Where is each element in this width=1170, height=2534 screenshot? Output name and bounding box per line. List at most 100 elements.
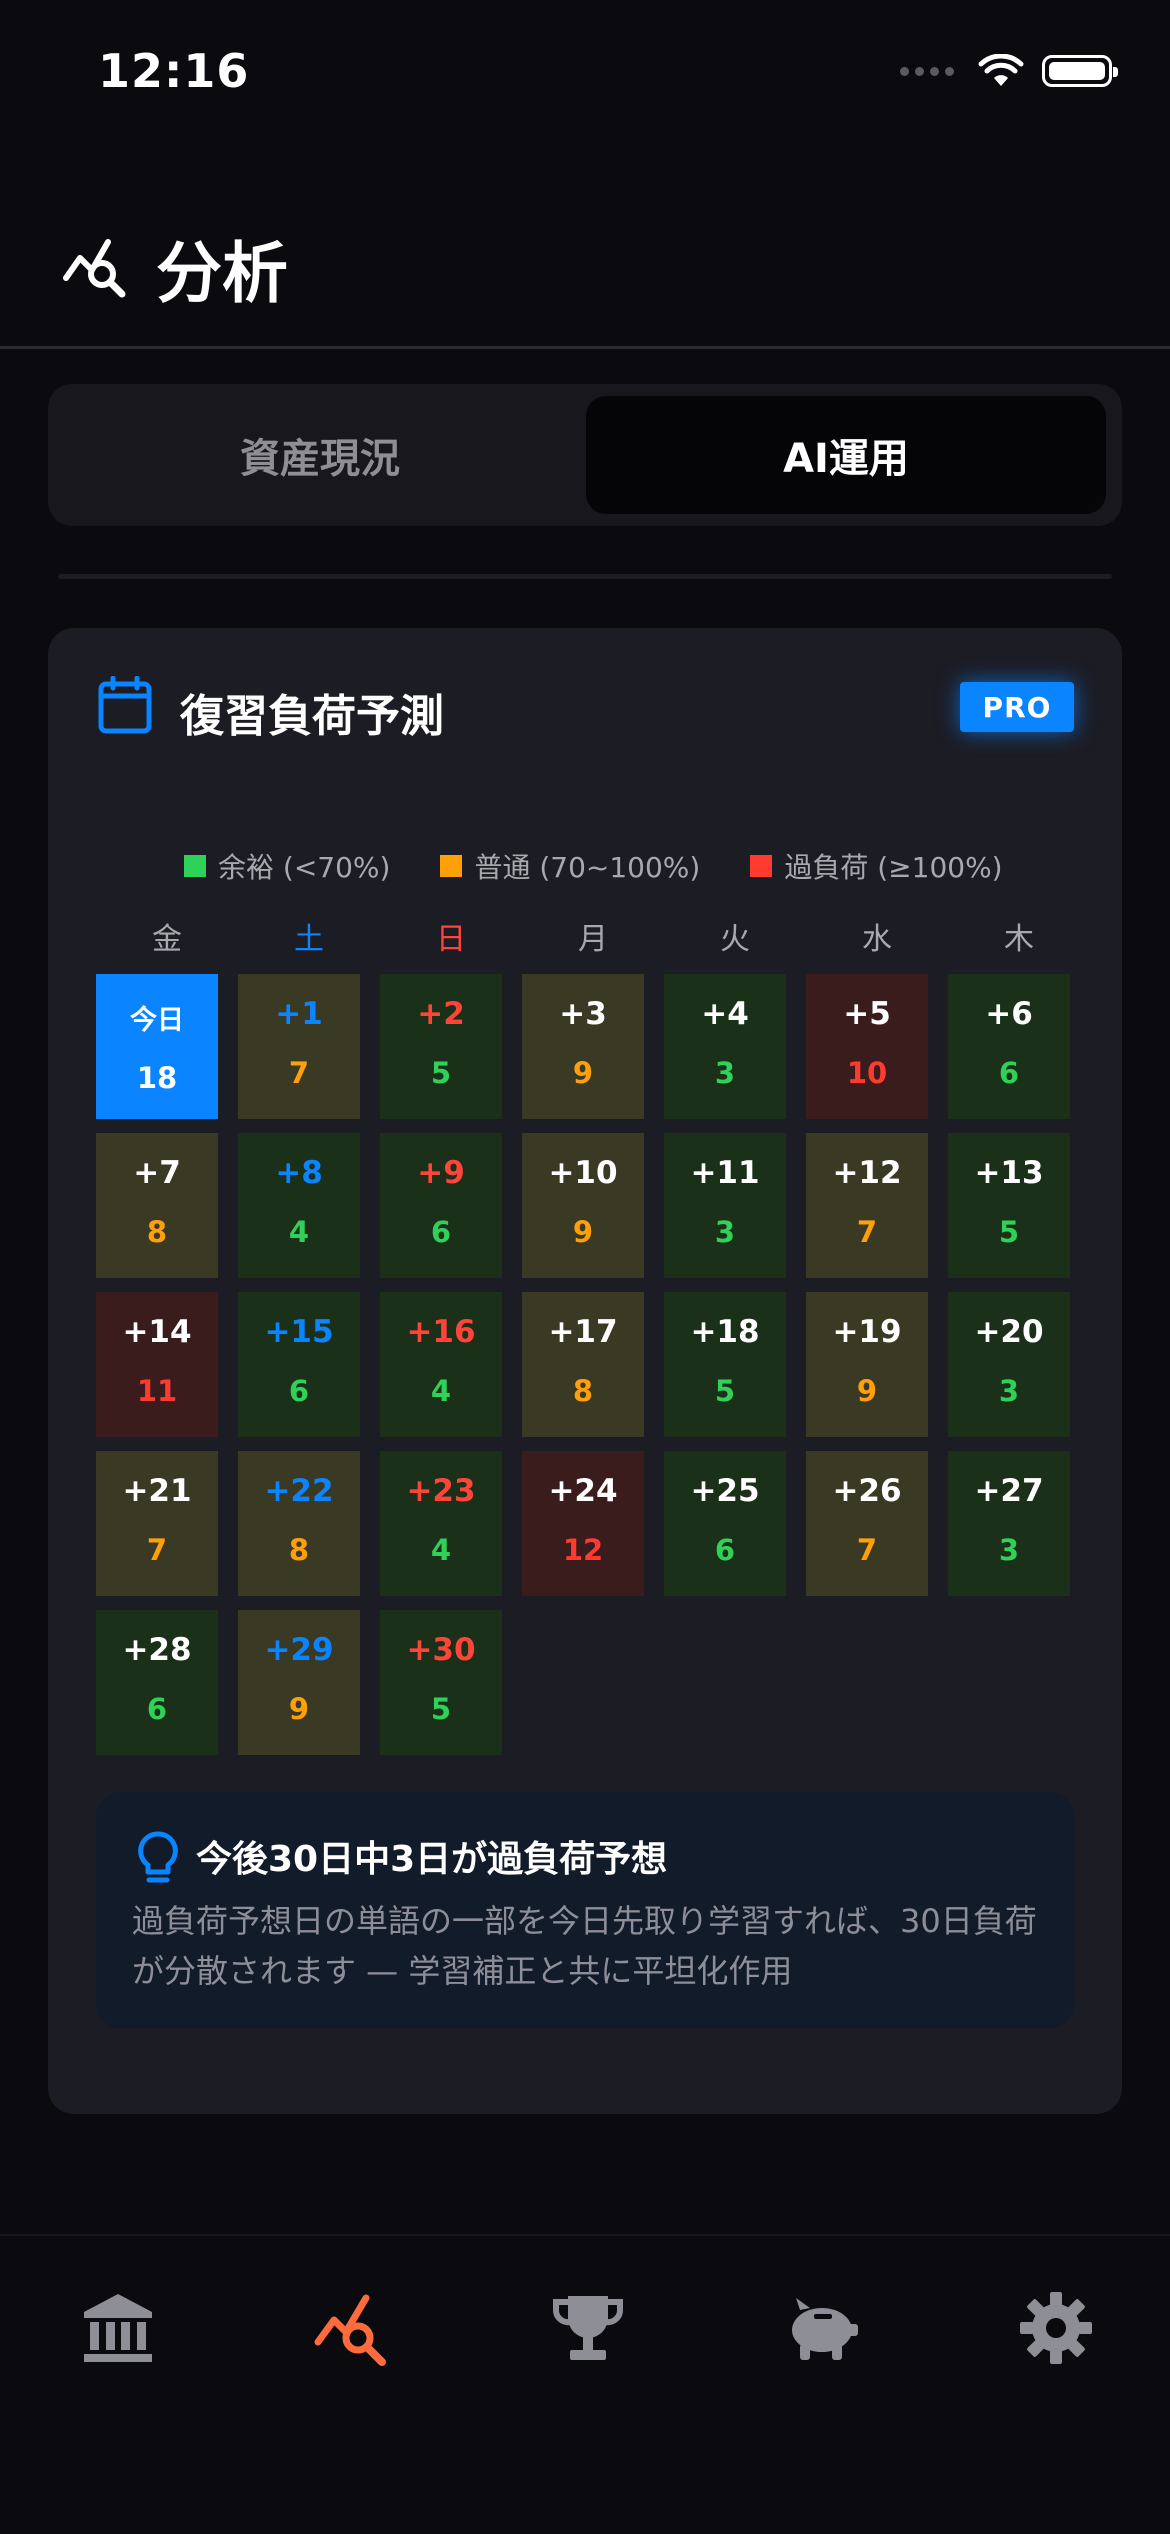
legend-item-low: 余裕 (<70%) xyxy=(184,846,390,886)
day-review-count: 9 xyxy=(572,1215,594,1249)
day-cell[interactable]: +30 5 xyxy=(380,1610,502,1755)
day-cell[interactable]: +8 4 xyxy=(238,1133,360,1278)
day-review-count: 5 xyxy=(430,1056,452,1090)
day-offset: +1 xyxy=(275,996,323,1032)
day-offset: +6 xyxy=(985,996,1033,1032)
day-offset: +10 xyxy=(548,1155,618,1191)
day-review-count: 3 xyxy=(714,1215,736,1249)
day-cell[interactable]: +25 6 xyxy=(664,1451,786,1596)
tip-title: 今後30日中3日が過負荷予想 xyxy=(196,1839,668,1880)
day-cell[interactable]: +23 4 xyxy=(380,1451,502,1596)
day-review-count: 18 xyxy=(136,1061,178,1095)
forecast-calendar-grid: 今日 18 +1 7 +2 5 +3 9 +4 3 +5 10 +6 6 +7 8 +8 4 +9 6 +10 9 +11 3… xyxy=(96,974,1070,1755)
tab-ai-operation[interactable]: AI運用 xyxy=(586,396,1106,514)
weekday-label: 土 xyxy=(294,922,324,957)
day-cell[interactable]: +11 3 xyxy=(664,1133,786,1278)
piggy-bank-icon[interactable] xyxy=(782,2288,862,2368)
day-cell[interactable]: +10 9 xyxy=(522,1133,644,1278)
day-offset: 今日 xyxy=(130,1005,184,1036)
day-cell[interactable]: +12 7 xyxy=(806,1133,928,1278)
tab-asset-status[interactable]: 資産現況 xyxy=(60,396,580,514)
wifi-icon xyxy=(978,54,1024,86)
day-review-count: 9 xyxy=(572,1056,594,1090)
day-offset: +16 xyxy=(406,1314,476,1350)
day-offset: +23 xyxy=(406,1473,476,1509)
day-cell[interactable]: +20 3 xyxy=(948,1292,1070,1437)
day-cell[interactable]: +29 9 xyxy=(238,1610,360,1755)
day-offset: +3 xyxy=(559,996,607,1032)
day-offset: +18 xyxy=(690,1314,760,1350)
calendar-icon xyxy=(98,676,152,734)
day-offset: +30 xyxy=(406,1632,476,1668)
day-review-count: 6 xyxy=(714,1533,736,1567)
day-cell[interactable]: +15 6 xyxy=(238,1292,360,1437)
legend-swatch-low xyxy=(184,855,206,877)
day-cell[interactable]: +24 12 xyxy=(522,1451,644,1596)
day-cell[interactable]: +21 7 xyxy=(96,1451,218,1596)
bank-icon[interactable] xyxy=(78,2288,158,2368)
day-review-count: 3 xyxy=(998,1374,1020,1408)
day-cell[interactable]: +9 6 xyxy=(380,1133,502,1278)
day-offset: +11 xyxy=(690,1155,760,1191)
segmented-control: 資産現況 AI運用 xyxy=(48,384,1122,526)
day-offset: +22 xyxy=(264,1473,334,1509)
day-cell[interactable]: +4 3 xyxy=(664,974,786,1119)
legend-label: 過負荷 (≥100%) xyxy=(784,851,1003,884)
day-offset: +25 xyxy=(690,1473,760,1509)
tip-body: 過負荷予想日の単語の一部を今日先取り学習すれば、30日負荷が分散されます — 学… xyxy=(132,1902,1037,1990)
analytics-icon xyxy=(63,239,126,298)
day-cell[interactable]: +28 6 xyxy=(96,1610,218,1755)
day-cell[interactable]: +18 5 xyxy=(664,1292,786,1437)
day-cell[interactable]: +13 5 xyxy=(948,1133,1070,1278)
day-cell[interactable]: +27 3 xyxy=(948,1451,1070,1596)
day-cell[interactable]: +17 8 xyxy=(522,1292,644,1437)
day-cell[interactable]: +2 5 xyxy=(380,974,502,1119)
day-cell[interactable]: +3 9 xyxy=(522,974,644,1119)
day-cell[interactable]: +26 7 xyxy=(806,1451,928,1596)
lightbulb-icon xyxy=(138,1831,178,1883)
day-offset: +8 xyxy=(275,1155,323,1191)
day-cell[interactable]: +16 4 xyxy=(380,1292,502,1437)
analytics-icon[interactable] xyxy=(314,2288,394,2368)
weekday-label: 月 xyxy=(578,922,608,957)
weekday-label: 火 xyxy=(720,922,750,957)
day-cell[interactable]: +19 9 xyxy=(806,1292,928,1437)
trophy-icon[interactable] xyxy=(548,2288,628,2368)
scroll-divider xyxy=(58,574,1112,579)
day-cell[interactable]: +22 8 xyxy=(238,1451,360,1596)
day-cell[interactable]: +7 8 xyxy=(96,1133,218,1278)
day-offset: +15 xyxy=(264,1314,334,1350)
day-review-count: 6 xyxy=(430,1215,452,1249)
day-review-count: 10 xyxy=(846,1056,888,1090)
legend-swatch-normal xyxy=(440,855,463,877)
day-offset: +27 xyxy=(974,1473,1044,1509)
day-review-count: 8 xyxy=(288,1533,310,1567)
day-cell-today[interactable]: 今日 18 xyxy=(96,974,218,1119)
day-review-count: 8 xyxy=(572,1374,594,1408)
day-cell[interactable]: +1 7 xyxy=(238,974,360,1119)
day-offset: +24 xyxy=(548,1473,618,1509)
day-review-count: 5 xyxy=(430,1692,452,1726)
day-review-count: 7 xyxy=(146,1533,168,1567)
day-review-count: 8 xyxy=(146,1215,168,1249)
legend: 余裕 (<70%) 普通 (70~100%) 過負荷 (≥100%) xyxy=(184,846,1003,886)
day-cell[interactable]: +5 10 xyxy=(806,974,928,1119)
day-review-count: 9 xyxy=(288,1692,310,1726)
day-offset: +29 xyxy=(264,1632,334,1668)
status-indicators xyxy=(900,54,1118,88)
day-review-count: 11 xyxy=(136,1374,178,1408)
day-cell[interactable]: +14 11 xyxy=(96,1292,218,1437)
day-review-count: 6 xyxy=(998,1056,1020,1090)
day-offset: +4 xyxy=(701,996,749,1032)
day-cell[interactable]: +6 6 xyxy=(948,974,1070,1119)
day-review-count: 9 xyxy=(856,1374,878,1408)
weekday-label: 日 xyxy=(436,922,466,957)
gear-icon[interactable] xyxy=(1016,2288,1096,2368)
day-review-count: 12 xyxy=(562,1533,604,1567)
day-offset: +21 xyxy=(122,1473,192,1509)
day-offset: +12 xyxy=(832,1155,902,1191)
day-offset: +13 xyxy=(974,1155,1044,1191)
day-review-count: 3 xyxy=(714,1056,736,1090)
weekday-label: 水 xyxy=(862,922,892,957)
review-load-forecast-card: 復習負荷予測 PRO 余裕 (<70%) 普通 (70~100%) 過負荷 (≥… xyxy=(48,628,1122,2114)
